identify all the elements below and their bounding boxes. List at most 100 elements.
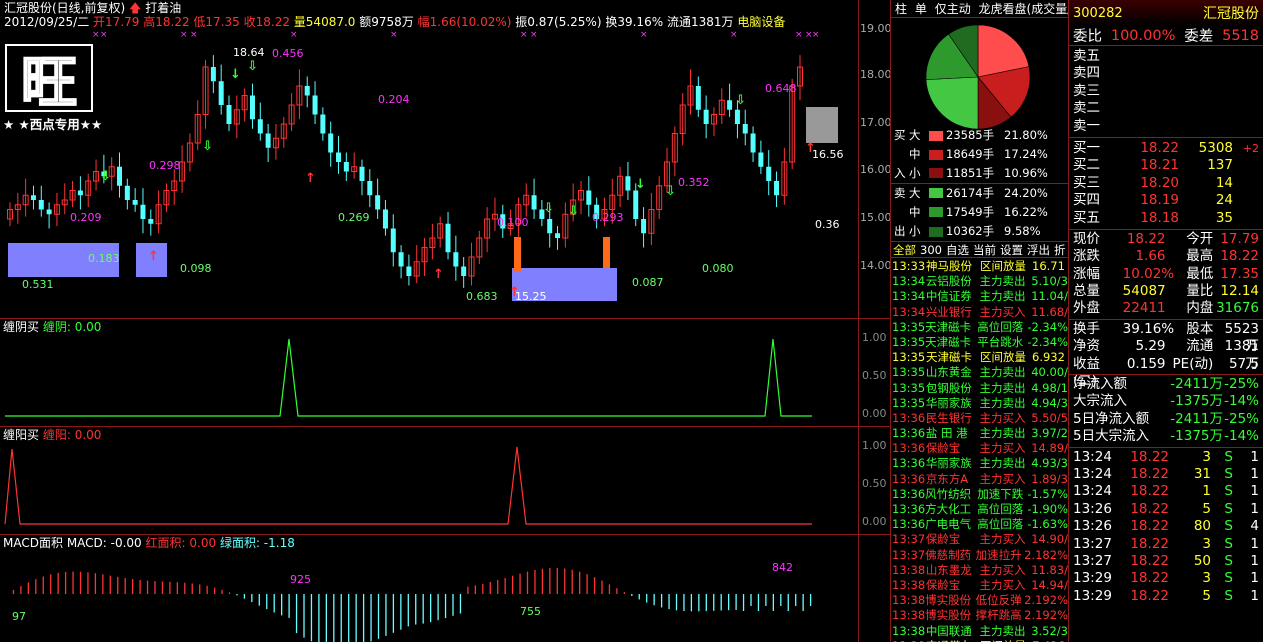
tick-row[interactable]: 13:24 18.22 3 S 1 <box>1073 449 1259 466</box>
sub2-tick: 0.50 <box>862 477 887 490</box>
alert-item[interactable]: 13:35 天津磁卡 高位回落 -2.34% <box>892 320 1068 335</box>
alert-item[interactable]: 13:34 中信证券 主力卖出 11.04/ <box>892 289 1068 304</box>
alert-time: 13:38 <box>892 562 926 577</box>
macd-chart[interactable]: 97 925 755 842 <box>0 535 858 642</box>
alert-item[interactable]: 13:35 天津磁卡 区间放量 6.932 <box>892 350 1068 365</box>
tab-current[interactable]: 当前 <box>971 242 998 257</box>
stock-title: 汇冠股份 <box>1203 6 1259 22</box>
alert-type: 区间放量 <box>980 259 1026 273</box>
stat2-value: 0.159 <box>1126 355 1166 372</box>
tab-fold[interactable]: 折 <box>1052 242 1068 257</box>
tick-row[interactable]: 13:29 18.22 5 S 1 <box>1073 588 1259 605</box>
candle-body <box>625 176 631 191</box>
price-tick: 18.00 <box>860 68 892 81</box>
alert-value: 14.90/ <box>1031 532 1068 547</box>
candle-body <box>555 233 561 238</box>
alert-item[interactable]: 13:38 保龄宝 主力买入 14.94/ <box>892 578 1068 593</box>
alert-item[interactable]: 13:38 博实股份 低位反弹 2.192% <box>892 593 1068 608</box>
sub1-axis: 1.00 0.50 0.00 <box>862 331 887 421</box>
tick-row[interactable]: 13:29 18.22 3 S 1 <box>1073 570 1259 587</box>
alert-stock: 佛慈制药 <box>925 547 972 562</box>
tick-list[interactable]: 13:24 18.22 3 S 1 13:24 18.22 31 S 1 13:24 18.22 1 S 1… <box>1069 448 1263 607</box>
tick-price: 18.22 <box>1130 535 1169 552</box>
bid-delta <box>1233 157 1259 174</box>
alert-item[interactable]: 13:36 风竹纺织 加速下跌 -1.57% <box>892 487 1068 502</box>
signal-value-label: 0.098 <box>180 262 212 275</box>
tick-row[interactable]: 13:27 18.22 50 S 1 <box>1073 553 1259 570</box>
alert-item[interactable]: 13:34 云铝股份 主力卖出 5.10/3 <box>892 274 1068 289</box>
alert-item[interactable]: 13:35 天津磁卡 平台跳水 -2.34% <box>892 335 1068 350</box>
tab-300[interactable]: 300 <box>918 242 944 257</box>
sub2-indicator-chart[interactable] <box>0 427 858 534</box>
alert-item[interactable]: 13:33 神马股份 区间放量 16.71 <box>892 259 1068 274</box>
signal-value-label: 0.293 <box>592 211 624 224</box>
signal-marker: × <box>290 30 298 40</box>
ask-label: 卖二 <box>1073 100 1100 117</box>
tick-row[interactable]: 13:26 18.22 80 S 4 <box>1073 518 1259 535</box>
alert-item[interactable]: 13:36 华丽家族 主力卖出 4.93/3 <box>892 456 1068 471</box>
alert-stock: 天津磁卡 <box>926 350 972 365</box>
alert-time: 13:34 <box>892 289 926 304</box>
alert-item[interactable]: 13:37 保龄宝 主力买入 14.90/ <box>892 532 1068 547</box>
tab-active-only[interactable]: 仅主动 <box>933 0 973 17</box>
fund-flow-pct: -14% <box>1224 428 1259 445</box>
alert-value: 40.00/ <box>1031 365 1068 380</box>
candle-body <box>445 223 451 253</box>
alert-item[interactable]: 13:35 华丽家族 主力卖出 4.94/3 <box>892 396 1068 411</box>
signal-value-label: 0.100 <box>497 216 529 229</box>
tab-single[interactable]: 单 <box>913 0 929 17</box>
candle-body <box>547 219 553 234</box>
alert-item[interactable]: 13:37 佛慈制药 加速拉升 2.182% <box>892 548 1068 563</box>
bid-volume: 5308 <box>1198 139 1233 156</box>
alert-item[interactable]: 13:36 方大化工 高位回落 -1.90% <box>892 502 1068 517</box>
signal-arrow-icon: ⇩ <box>665 184 676 199</box>
alert-item[interactable]: 13:36 盐 田 港主力卖出 3.97/2 <box>892 426 1068 441</box>
sub1-indicator-chart[interactable] <box>0 319 858 426</box>
price-tick: 16.00 <box>860 163 892 176</box>
alert-item[interactable]: 13:36 广电电气 高位回落 -1.63% <box>892 517 1068 532</box>
alert-item[interactable]: 13:34 兴业银行 主力买入 11.68/ <box>892 305 1068 320</box>
tab-all[interactable]: 全部 <box>891 242 918 257</box>
flow-size: 中 <box>909 204 921 219</box>
tick-row[interactable]: 13:26 18.22 5 S 1 <box>1073 501 1259 518</box>
alert-time: 13:37 <box>892 547 926 562</box>
tab-dragon-tiger[interactable]: 龙虎看盘(成交量/成 <box>977 0 1068 17</box>
alert-item[interactable]: 13:35 山东黄金 主力卖出 40.00/ <box>892 365 1068 380</box>
alert-item[interactable]: 13:38 山东墨龙 主力买入 11.83/ <box>892 563 1068 578</box>
alert-stock: 包钢股份 <box>925 380 972 395</box>
alert-item[interactable]: 13:35 包钢股份 主力卖出 4.98/1 <box>892 381 1068 396</box>
tick-row[interactable]: 13:24 18.22 31 S 1 <box>1073 466 1259 483</box>
macd-value-label: 842 <box>772 561 793 574</box>
price-tick: 19.00 <box>860 22 892 35</box>
alert-type: 主力卖出 <box>979 274 1026 289</box>
alert-item[interactable]: 13:36 民生银行 主力买入 5.50/5 <box>892 411 1068 426</box>
tick-row[interactable]: 13:27 18.22 3 S 1 <box>1073 536 1259 553</box>
candlestick-chart[interactable]: × × × × × × × × × × × × ×0.4560.2040.2980.209 0.2690.… <box>0 0 858 318</box>
alert-item[interactable]: 13:38 博实股份 撑杆跳高 2.192% <box>892 608 1068 623</box>
signal-marker: × <box>795 30 803 40</box>
tab-float[interactable]: 浮出 <box>1025 242 1052 257</box>
alert-value: 14.94/ <box>1031 577 1068 592</box>
flow-volume: 26174手 <box>946 185 995 200</box>
alert-list[interactable]: 13:33 神马股份 区间放量 16.71 13:34 云铝股份 主力卖出 5.10/3 13:… <box>892 259 1068 642</box>
alert-time: 13:35 <box>892 334 926 349</box>
tab-watchlist[interactable]: 自选 <box>944 242 971 257</box>
flow-row: 出小 10362手 9.58% <box>891 222 1069 241</box>
ask-label: 卖五 <box>1073 48 1100 64</box>
alert-item[interactable]: 13:38 中国联通 主力卖出 3.52/3 <box>892 624 1068 639</box>
tab-settings[interactable]: 设置 <box>998 242 1025 257</box>
alert-item[interactable]: 13:36 京东方A 主力买入 1.89/3 <box>892 472 1068 487</box>
tab-bar[interactable]: 柱 <box>893 0 909 17</box>
main-chart-area[interactable]: 汇冠股份(日线,前复权) 🡅 打着油 2012/09/25/二 开17.79 高… <box>0 0 892 642</box>
alert-item[interactable]: 13:36 保龄宝 主力买入 14.89/ <box>892 441 1068 456</box>
tick-count: 1 <box>1250 448 1259 465</box>
flow-volume: 11851手 <box>946 165 995 180</box>
bid-delta <box>1233 175 1259 192</box>
tick-count: 1 <box>1250 570 1259 587</box>
tick-time: 13:29 <box>1073 587 1112 604</box>
tick-count: 1 <box>1250 483 1259 500</box>
candle-body <box>758 152 764 167</box>
candle-body <box>46 209 52 215</box>
tick-row[interactable]: 13:24 18.22 1 S 1 <box>1073 483 1259 500</box>
candle-body <box>750 133 756 153</box>
